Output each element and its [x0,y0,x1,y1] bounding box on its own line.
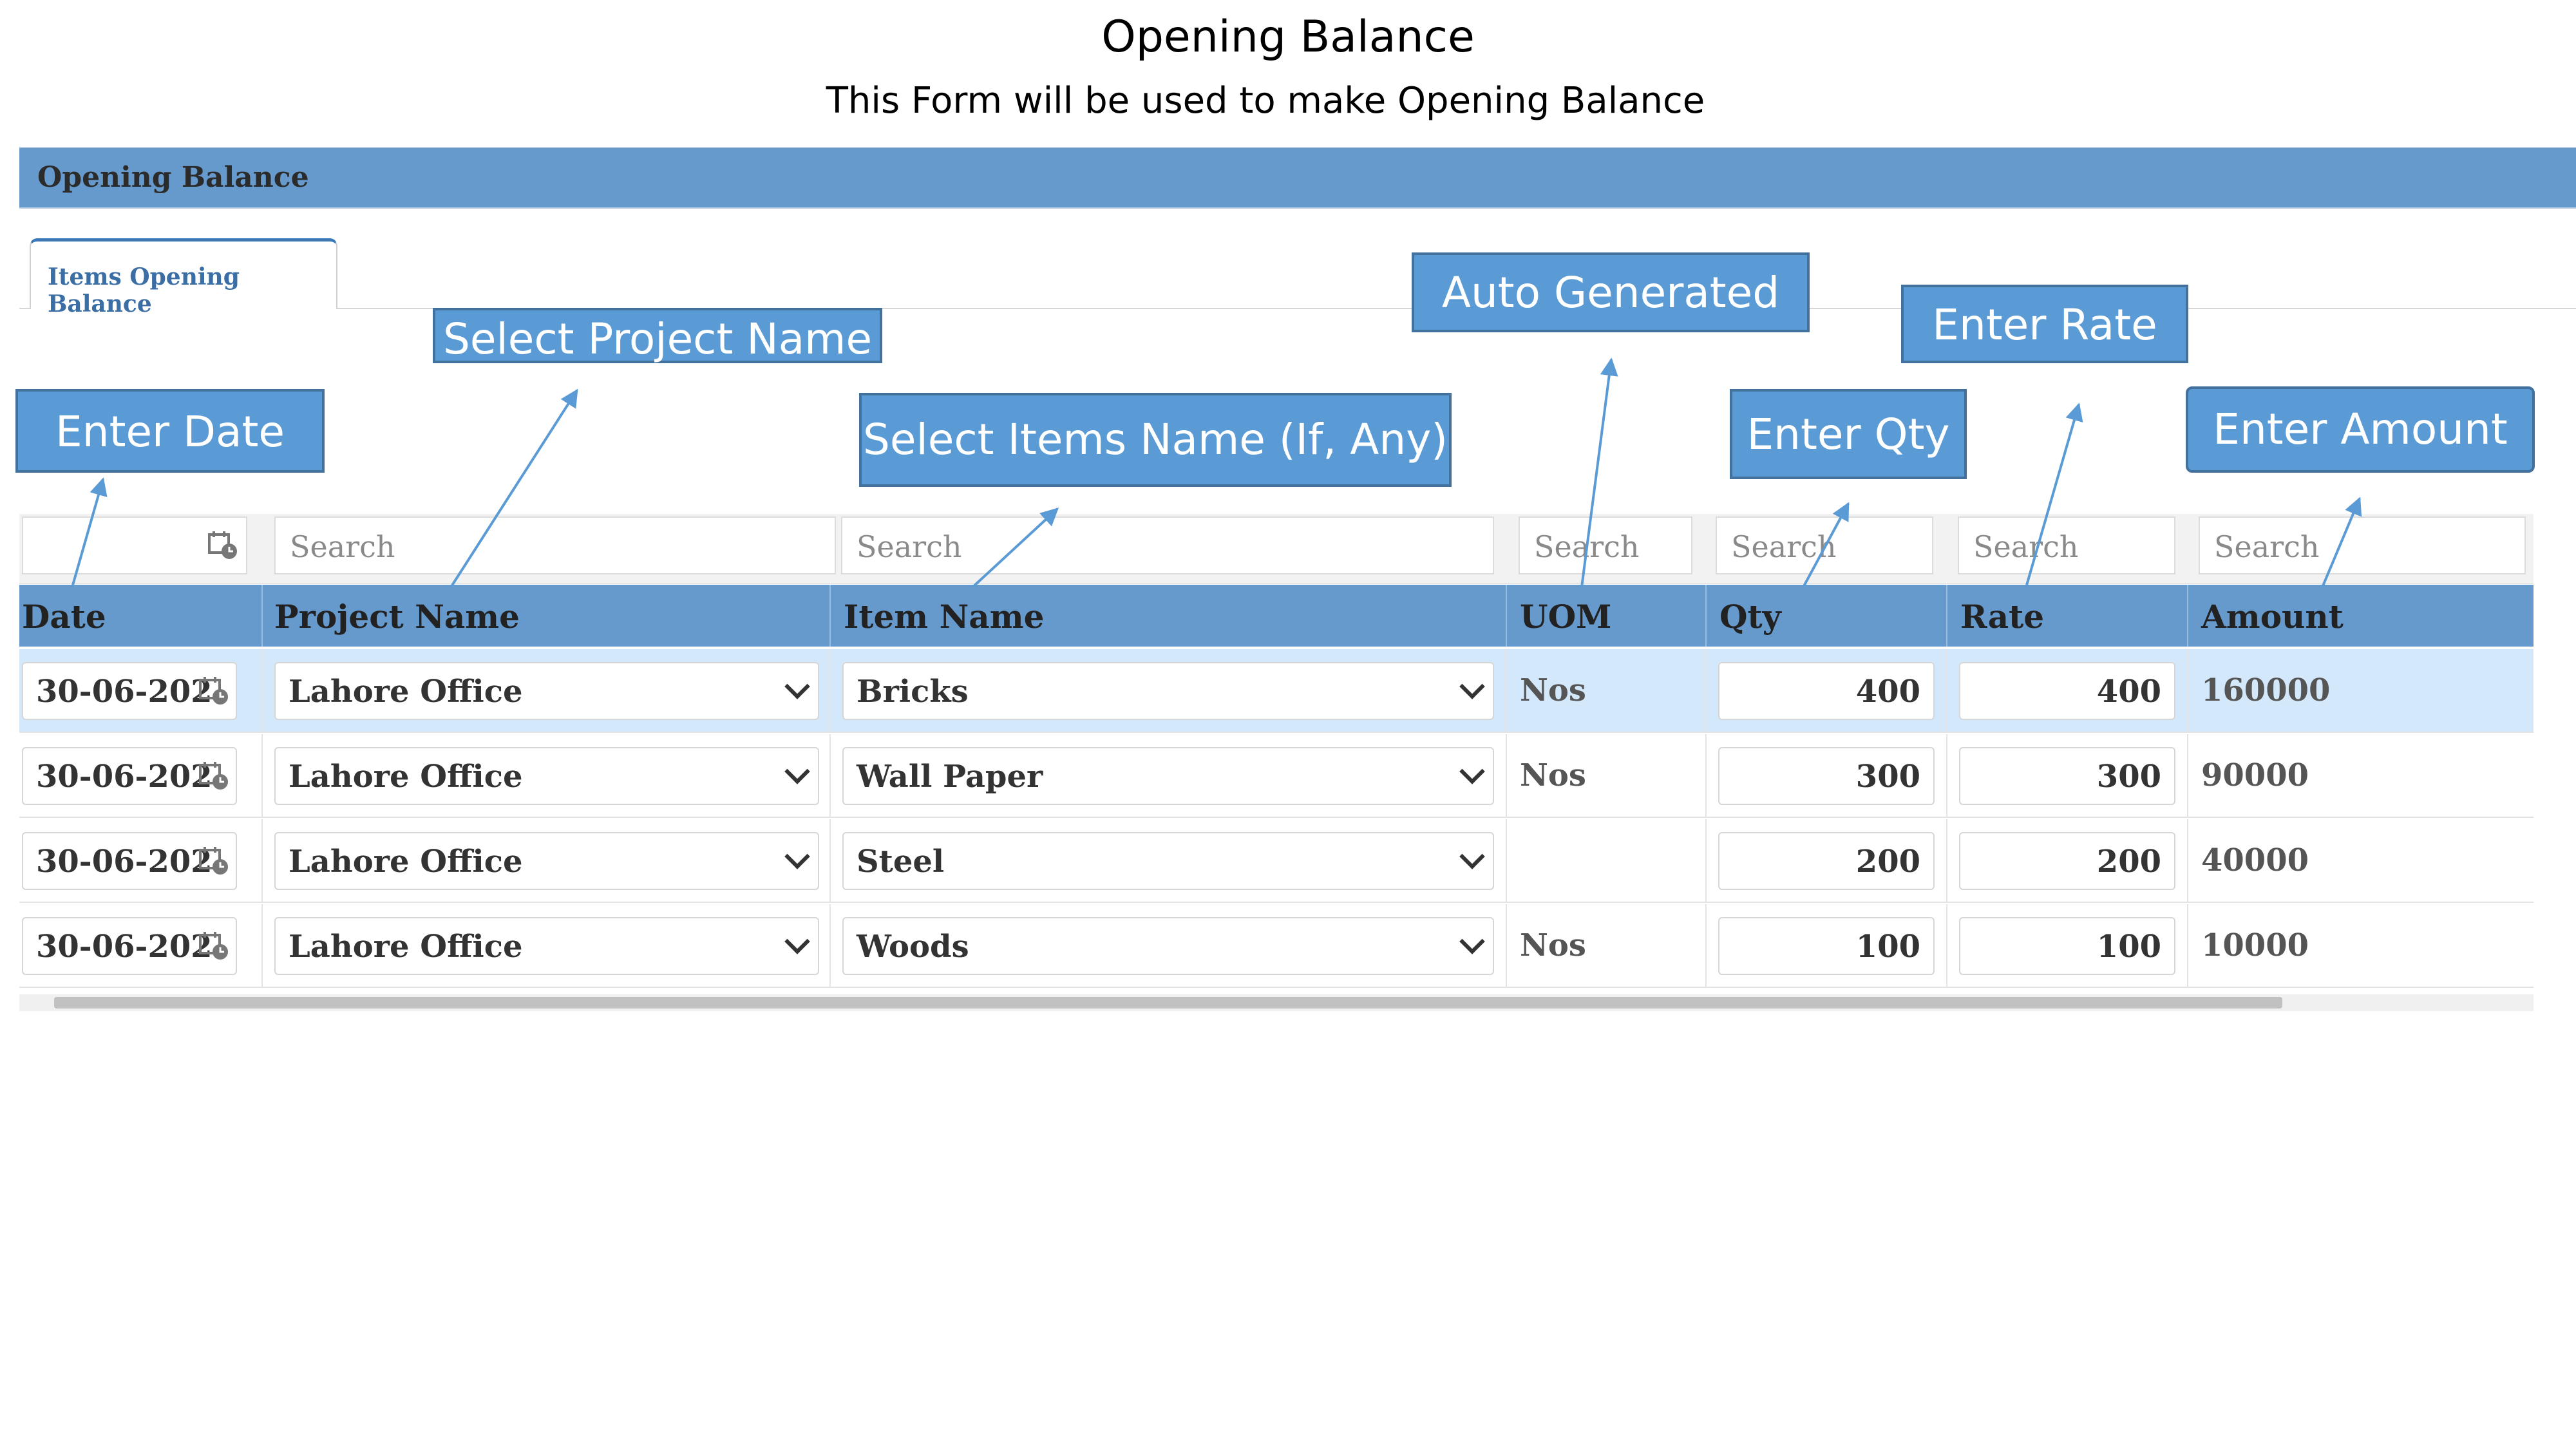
filter-row: Search Search Search Search Search Searc… [19,514,2533,584]
table-row[interactable]: 30-06-202 Lahore Office Bricks Nos 400 4… [19,649,2533,733]
tab-label: Items Opening Balance [48,263,240,317]
amount-filter-input[interactable]: Search [2199,516,2526,574]
slide-subtitle: This Form will be used to make Opening B… [826,80,1705,122]
callout-select-items: Select Items Name (If, Any) [859,393,1452,487]
column-header-item[interactable]: Item Name [831,585,1507,647]
uom-filter-input[interactable]: Search [1519,516,1692,574]
callout-enter-rate: Enter Rate [1901,285,2188,363]
uom-value: Nos [1520,672,1586,708]
slide-title: Opening Balance [1101,12,1475,62]
project-select[interactable]: Lahore Office [274,662,819,720]
panel-header: Opening Balance [19,147,2576,209]
qty-input[interactable]: 300 [1718,747,1935,805]
column-header-rate[interactable]: Rate [1947,585,2188,647]
date-input[interactable]: 30-06-202 [22,747,237,805]
date-input[interactable]: 30-06-202 [22,917,237,975]
date-input[interactable]: 30-06-202 [22,832,237,890]
chevron-down-icon [784,759,810,784]
callout-select-project: Select Project Name [433,308,882,364]
date-value: 30-06-202 [36,929,213,965]
item-select[interactable]: Bricks [842,662,1494,720]
calendar-clock-icon[interactable] [198,930,229,961]
item-value: Bricks [857,674,969,710]
calendar-clock-icon[interactable] [198,675,229,706]
table-row[interactable]: 30-06-202 Lahore Office Wall Paper Nos 3… [19,734,2533,818]
grid-header: Date Project Name Item Name UOM Qty Rate… [19,585,2533,647]
tab-items-opening-balance[interactable]: Items Opening Balance [30,238,337,317]
project-select[interactable]: Lahore Office [274,747,819,805]
date-filter-input[interactable] [22,516,247,574]
project-select[interactable]: Lahore Office [274,832,819,890]
chevron-down-icon [1459,759,1485,784]
qty-input[interactable]: 400 [1718,662,1935,720]
rate-input[interactable]: 300 [1959,747,2175,805]
chevron-down-icon [1459,844,1485,869]
chevron-down-icon [784,844,810,869]
callout-enter-amount: Enter Amount [2186,386,2535,473]
table-row[interactable]: 30-06-202 Lahore Office Steel 200 200 40… [19,819,2533,903]
rate-input[interactable]: 200 [1959,832,2175,890]
chevron-down-icon [1459,929,1485,954]
project-value: Lahore Office [289,759,523,795]
column-header-uom[interactable]: UOM [1507,585,1707,647]
item-select[interactable]: Steel [842,832,1494,890]
item-value: Wall Paper [857,759,1043,795]
project-select[interactable]: Lahore Office [274,917,819,975]
callout-enter-qty: Enter Qty [1730,389,1967,479]
column-header-amount[interactable]: Amount [2188,585,2533,647]
horizontal-scrollbar[interactable] [19,994,2533,1011]
rate-filter-input[interactable]: Search [1958,516,2175,574]
project-value: Lahore Office [289,674,523,710]
project-value: Lahore Office [289,929,523,965]
qty-filter-input[interactable]: Search [1716,516,1933,574]
uom-value: Nos [1520,757,1586,793]
column-header-project[interactable]: Project Name [263,585,831,647]
panel-title: Opening Balance [37,161,309,194]
project-filter-input[interactable]: Search [274,516,836,574]
amount-value: 160000 [2201,672,2331,708]
uom-value: Nos [1520,927,1586,963]
amount-value: 10000 [2201,927,2309,963]
project-value: Lahore Office [289,844,523,880]
date-value: 30-06-202 [36,674,213,710]
item-value: Steel [857,844,945,880]
item-value: Woods [857,929,969,965]
callout-enter-date: Enter Date [15,389,325,473]
column-header-qty[interactable]: Qty [1707,585,1947,647]
qty-input[interactable]: 200 [1718,832,1935,890]
date-value: 30-06-202 [36,759,213,795]
date-value: 30-06-202 [36,844,213,880]
qty-input[interactable]: 100 [1718,917,1935,975]
calendar-clock-icon[interactable] [198,760,229,791]
item-filter-input[interactable]: Search [841,516,1494,574]
chevron-down-icon [1459,674,1485,699]
table-row[interactable]: 30-06-202 Lahore Office Woods Nos 100 10… [19,904,2533,988]
amount-value: 40000 [2201,842,2309,878]
callout-auto-generated: Auto Generated [1412,252,1810,332]
item-select[interactable]: Wall Paper [842,747,1494,805]
chevron-down-icon [784,674,810,699]
date-input[interactable]: 30-06-202 [22,662,237,720]
calendar-clock-icon[interactable] [207,529,238,560]
chevron-down-icon [784,929,810,954]
column-header-date[interactable]: Date [19,585,263,647]
item-select[interactable]: Woods [842,917,1494,975]
scrollbar-thumb[interactable] [54,997,2282,1009]
tabs-divider [19,308,2576,309]
calendar-clock-icon[interactable] [198,845,229,876]
rate-input[interactable]: 100 [1959,917,2175,975]
rate-input[interactable]: 400 [1959,662,2175,720]
amount-value: 90000 [2201,757,2309,793]
